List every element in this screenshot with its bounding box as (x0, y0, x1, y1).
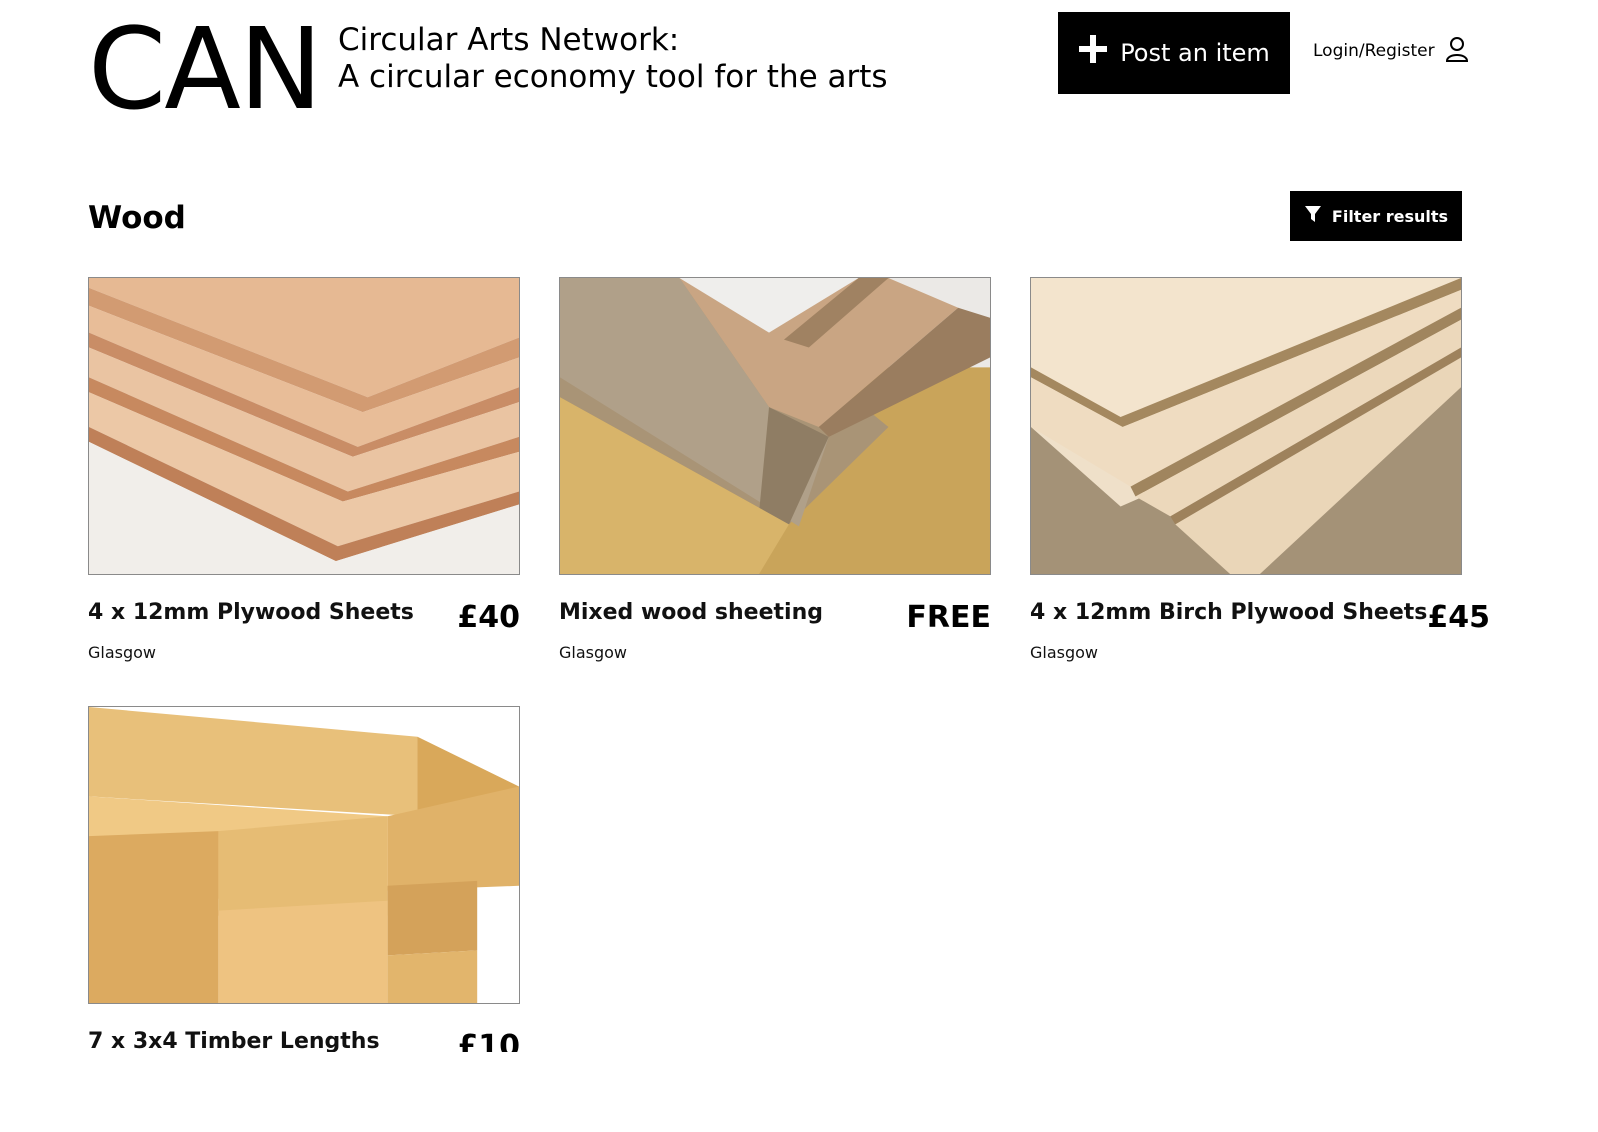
listing-title[interactable]: 4 x 12mm Birch Plywood Sheets (1030, 599, 1427, 627)
post-item-label: Post an item (1120, 39, 1270, 67)
site-tagline: Circular Arts Network: A circular econom… (338, 22, 888, 96)
plus-icon (1078, 31, 1108, 71)
post-item-button[interactable]: Post an item (1058, 12, 1290, 94)
listing-image[interactable] (1030, 277, 1462, 575)
category-title: Wood (88, 200, 186, 236)
listing-price: FREE (906, 600, 991, 635)
listing-price: £45 (1427, 600, 1491, 635)
filter-icon (1304, 205, 1322, 227)
listing-location: Glasgow (559, 643, 628, 662)
tagline-line-2: A circular economy tool for the arts (338, 59, 888, 95)
listing-card[interactable]: Mixed wood sheeting FREE Glasgow (559, 277, 991, 662)
listing-image[interactable] (559, 277, 991, 575)
filter-results-button[interactable]: Filter results (1290, 191, 1462, 241)
user-icon (1445, 36, 1469, 67)
listing-location: Glasgow (88, 643, 157, 662)
listing-location: Glasgow (1030, 643, 1099, 662)
listing-title[interactable]: Mixed wood sheeting (559, 599, 823, 627)
viewport-cutoff (0, 1052, 1598, 1132)
listing-card[interactable]: 7 x 3x4 Timber Lengths £10 (88, 706, 520, 1064)
listing-image[interactable] (88, 277, 520, 575)
login-register-label: Login/Register (1313, 41, 1435, 61)
listing-title[interactable]: 4 x 12mm Plywood Sheets (88, 599, 414, 627)
tagline-line-1: Circular Arts Network: (338, 22, 680, 58)
login-register-link[interactable]: Login/Register (1313, 36, 1469, 66)
site-header: CAN Circular Arts Network: A circular ec… (0, 0, 1598, 140)
filter-results-label: Filter results (1331, 206, 1449, 226)
listing-price: £40 (457, 600, 520, 635)
site-logo[interactable]: CAN (88, 14, 323, 126)
listing-card[interactable]: 4 x 12mm Plywood Sheets £40 Glasgow (88, 277, 520, 662)
listing-card[interactable]: 4 x 12mm Birch Plywood Sheets £45 Glasgo… (1030, 277, 1490, 662)
listing-image[interactable] (88, 706, 520, 1004)
